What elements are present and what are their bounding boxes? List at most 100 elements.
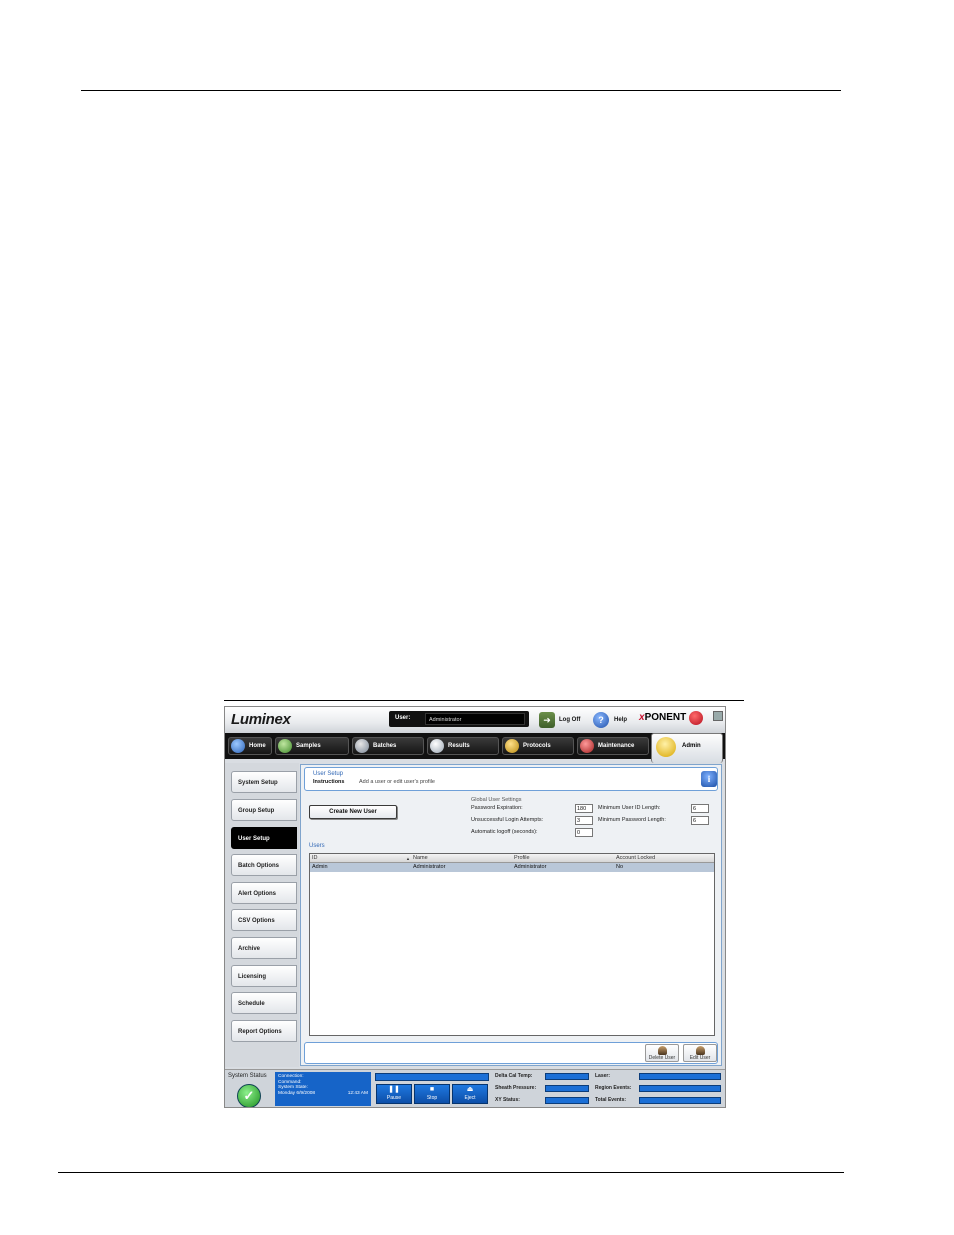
edit-user-button[interactable]: Edit User <box>683 1044 717 1062</box>
tab-batches-label: Batches <box>373 743 397 749</box>
instructions-text: Add a user or edit user's profile <box>359 779 435 785</box>
sidebar-item-user-setup[interactable]: User Setup <box>231 827 297 849</box>
tab-admin[interactable]: Admin <box>651 733 723 763</box>
page-bottom-rule <box>58 1172 844 1173</box>
column-header-profile[interactable]: Profile <box>514 855 530 861</box>
min-userid-field[interactable]: 6 <box>691 804 709 813</box>
admin-sidebar: System Setup Group Setup User Setup Batc… <box>225 763 299 1067</box>
eject-label: Eject <box>464 1095 476 1101</box>
cell-account-locked: No <box>616 864 624 870</box>
pause-button[interactable]: ❚❚ Pause <box>376 1084 412 1104</box>
eject-icon: ⏏ <box>466 1086 474 1093</box>
delete-user-icon <box>657 1046 667 1055</box>
sheath-pressure-label: Sheath Pressure: <box>495 1085 537 1091</box>
tab-protocols-label: Protocols <box>523 743 551 749</box>
column-header-account-locked[interactable]: Account Locked <box>616 855 655 861</box>
sidebar-item-report-options[interactable]: Report Options <box>231 1020 297 1042</box>
laser-bar <box>639 1073 721 1080</box>
status-time: 12:43 AM <box>347 1090 368 1096</box>
delete-user-button[interactable]: Delete User <box>645 1044 679 1062</box>
stop-icon: ■ <box>429 1086 435 1093</box>
login-attempts-field[interactable]: 3 <box>575 816 593 825</box>
batches-icon <box>355 739 369 753</box>
sidebar-item-batch-options[interactable]: Batch Options <box>231 854 297 876</box>
users-table[interactable]: ID ▲ Name Profile Account Locked Admin A… <box>309 853 715 1036</box>
tab-samples[interactable]: Samples <box>275 737 349 755</box>
login-attempts-label: Unsuccessful Login Attempts: <box>471 817 544 823</box>
user-box: User: Administrator <box>389 711 529 727</box>
min-password-field[interactable]: 6 <box>691 816 709 825</box>
stop-button[interactable]: ■ Stop <box>414 1084 450 1104</box>
user-label: User: <box>395 715 411 721</box>
region-events-label: Region Events: <box>595 1085 632 1091</box>
region-events-bar <box>639 1085 721 1092</box>
panel-header: User Setup Instructions Add a user or ed… <box>304 767 718 791</box>
tab-home[interactable]: Home <box>228 737 272 755</box>
password-expiration-label: Password Expiration: <box>471 805 523 811</box>
sort-indicator-icon: ▲ <box>406 856 410 861</box>
tab-maintenance[interactable]: Maintenance <box>577 737 649 755</box>
sidebar-item-csv-options[interactable]: CSV Options <box>231 909 297 931</box>
password-expiration-field[interactable]: 180 <box>575 804 593 813</box>
sidebar-item-system-setup[interactable]: System Setup <box>231 771 297 793</box>
results-icon <box>430 739 444 753</box>
sidebar-item-archive[interactable]: Archive <box>231 937 297 959</box>
samples-icon <box>278 739 292 753</box>
date-time-row: Monday 6/9/2008 12:43 AM <box>278 1091 368 1097</box>
users-section-title: Users <box>309 843 325 849</box>
sidebar-item-alert-options[interactable]: Alert Options <box>231 882 297 904</box>
edit-user-label: Edit User <box>689 1055 711 1061</box>
connection-panel: Connection: Command: System State: Monda… <box>275 1072 371 1106</box>
column-header-id[interactable]: ID <box>312 855 318 861</box>
help-button[interactable]: Help <box>614 717 627 723</box>
window-control-icon[interactable] <box>713 711 723 721</box>
edit-user-icon <box>695 1046 705 1055</box>
cell-profile: Administrator <box>514 864 547 870</box>
sidebar-item-group-setup[interactable]: Group Setup <box>231 799 297 821</box>
pause-icon: ❚❚ <box>388 1086 400 1093</box>
title-bar: Luminex User: Administrator ➜ Log Off ? … <box>225 707 725 733</box>
logoff-icon[interactable]: ➜ <box>539 712 555 728</box>
status-bar: System Status ✓ Connection: Command: Sys… <box>225 1069 725 1107</box>
tab-protocols[interactable]: Protocols <box>502 737 574 755</box>
pause-label: Pause <box>386 1095 402 1101</box>
cell-name: Administrator <box>413 864 446 870</box>
main-nav: Home Samples Batches Results Protocols M… <box>225 733 725 763</box>
luminex-logo: Luminex <box>231 711 291 728</box>
application-window: Luminex User: Administrator ➜ Log Off ? … <box>224 706 726 1108</box>
tab-batches[interactable]: Batches <box>352 737 424 755</box>
auto-logoff-field[interactable]: 0 <box>575 828 593 837</box>
delta-cal-temp-bar <box>545 1073 589 1080</box>
tab-home-label: Home <box>249 743 266 749</box>
delete-user-label: Delete User <box>648 1055 676 1061</box>
sidebar-item-licensing[interactable]: Licensing <box>231 965 297 987</box>
eject-button[interactable]: ⏏ Eject <box>452 1084 488 1104</box>
panel-footer: Delete User Edit User <box>304 1042 718 1064</box>
help-icon[interactable]: ? <box>593 712 609 728</box>
system-status-label: System Status <box>228 1073 267 1079</box>
status-ok-icon: ✓ <box>237 1084 261 1107</box>
min-userid-label: Minimum User ID Length: <box>598 805 661 811</box>
maintenance-icon <box>580 739 594 753</box>
delta-cal-temp-label: Delta Cal Temp: <box>495 1073 533 1079</box>
sidebar-item-schedule[interactable]: Schedule <box>231 992 297 1014</box>
tab-samples-label: Samples <box>296 743 321 749</box>
page-title: User Setup <box>313 771 344 777</box>
info-icon[interactable]: i <box>701 771 717 787</box>
min-password-label: Minimum Password Length: <box>598 817 666 823</box>
protocols-icon <box>505 739 519 753</box>
tab-results-label: Results <box>448 743 470 749</box>
sheath-pressure-bar <box>545 1085 589 1092</box>
tab-results[interactable]: Results <box>427 737 499 755</box>
logoff-button[interactable]: Log Off <box>559 717 580 723</box>
create-new-user-button[interactable]: Create New User <box>309 805 397 819</box>
tab-admin-label: Admin <box>682 743 701 749</box>
column-header-name[interactable]: Name <box>413 855 428 861</box>
progress-bar <box>375 1073 489 1081</box>
auto-logoff-label: Automatic logoff (seconds): <box>471 829 538 835</box>
table-row[interactable]: Admin Administrator Administrator No <box>310 863 714 872</box>
global-user-settings-title: Global User Settings <box>471 797 522 803</box>
laser-label: Laser: <box>595 1073 611 1079</box>
status-date: Monday 6/9/2008 <box>278 1090 316 1096</box>
user-field[interactable]: Administrator <box>425 713 525 725</box>
